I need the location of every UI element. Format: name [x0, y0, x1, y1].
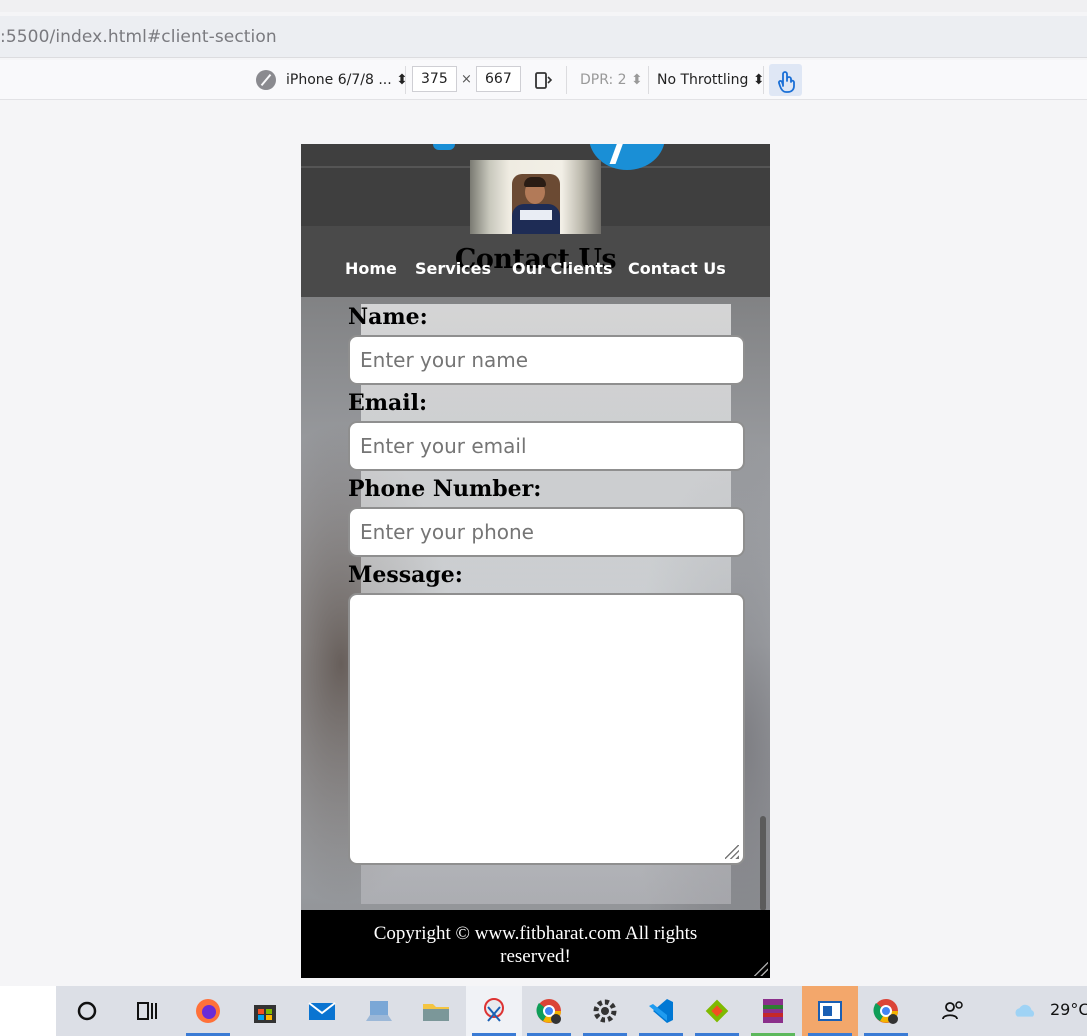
firefox-icon[interactable]	[192, 995, 224, 1027]
touch-hand-icon	[778, 71, 795, 93]
resize-handle-icon[interactable]	[754, 962, 768, 976]
people-icon[interactable]	[937, 995, 969, 1027]
nav-services[interactable]: Services	[415, 259, 491, 278]
git-icon[interactable]	[701, 995, 733, 1027]
device-select[interactable]: iPhone 6/7/8 ... ⬍	[286, 72, 408, 88]
task-view-icon[interactable]	[131, 995, 163, 1027]
toolbar-divider	[566, 66, 567, 94]
snipping-tool-icon[interactable]	[478, 995, 510, 1027]
toolbar-divider	[405, 66, 406, 94]
browser-top-strip	[0, 0, 1087, 12]
main-nav: Home Services Our Clients Contact Us	[301, 259, 770, 283]
winrar-icon[interactable]	[757, 995, 789, 1027]
responsive-toolbar: iPhone 6/7/8 ... ⬍ 375 × 667 DPR: 2 ⬍ No…	[0, 60, 1087, 100]
url-text[interactable]: :5500/index.html#client-section	[0, 27, 277, 47]
name-input[interactable]	[348, 335, 745, 385]
dimension-separator: ×	[461, 72, 472, 87]
device-frame-icon[interactable]	[256, 70, 276, 90]
width-input[interactable]: 375	[412, 66, 457, 92]
settings-icon[interactable]	[589, 995, 621, 1027]
store-icon[interactable]	[249, 995, 281, 1027]
dpr-select[interactable]: DPR: 2 ⬍	[580, 72, 643, 88]
rotate-icon[interactable]	[533, 70, 553, 90]
copyright-text: Copyright © www.fitbharat.com All rights…	[373, 923, 698, 967]
touch-simulation-button[interactable]	[769, 64, 802, 96]
message-textarea[interactable]	[348, 593, 745, 865]
logo-fragment	[433, 144, 455, 150]
nav-our-clients[interactable]: Our Clients	[512, 259, 613, 278]
vscode-icon[interactable]	[645, 995, 677, 1027]
chrome-icon[interactable]	[870, 995, 902, 1027]
phone-input[interactable]	[348, 507, 745, 557]
weather-icon[interactable]	[1010, 995, 1040, 1027]
address-bar[interactable]: :5500/index.html#client-section	[0, 16, 1087, 58]
throttling-select[interactable]: No Throttling ⬍	[657, 72, 765, 88]
email-input[interactable]	[348, 421, 745, 471]
mobile-viewport: Contact Us Home Services Our Clients Con…	[301, 144, 770, 978]
temperature-text[interactable]: 29°C	[1050, 1000, 1087, 1019]
height-input[interactable]: 667	[476, 66, 521, 92]
resize-handle-icon[interactable]	[725, 845, 739, 859]
toolbar-divider	[648, 66, 649, 94]
chrome-icon[interactable]	[533, 995, 565, 1027]
email-label: Email:	[348, 390, 428, 416]
computer-icon[interactable]	[363, 995, 395, 1027]
windows-taskbar: 29°C	[0, 986, 1087, 1036]
site-footer: Copyright © www.fitbharat.com All rights…	[301, 910, 770, 978]
profile-photo	[470, 160, 601, 234]
cortana-icon[interactable]	[71, 995, 103, 1027]
message-label: Message:	[348, 562, 463, 588]
taskbar-search-box[interactable]	[0, 986, 56, 1036]
mail-icon[interactable]	[306, 995, 338, 1027]
reader-icon[interactable]	[814, 995, 846, 1027]
name-label: Name:	[348, 304, 428, 330]
page-scrollbar[interactable]	[760, 816, 766, 911]
nav-contact-us[interactable]: Contact Us	[628, 259, 726, 278]
phone-label: Phone Number:	[348, 476, 542, 502]
file-explorer-icon[interactable]	[420, 995, 452, 1027]
toolbar-divider	[763, 66, 764, 94]
nav-home[interactable]: Home	[345, 259, 397, 278]
